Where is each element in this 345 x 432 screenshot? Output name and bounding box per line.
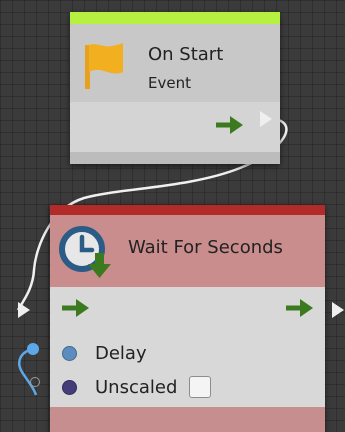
control-input-port[interactable] xyxy=(18,302,30,318)
node-ports-row xyxy=(70,102,280,152)
control-output-port[interactable] xyxy=(260,111,272,127)
unscaled-input-row: Unscaled xyxy=(62,375,212,399)
node-subtitle: Event xyxy=(148,74,191,92)
unscaled-value-input-port[interactable] xyxy=(30,377,40,387)
flag-icon xyxy=(85,43,123,89)
float-port-dot[interactable] xyxy=(62,345,77,361)
delay-value-wire xyxy=(18,347,38,396)
delay-value-input-port[interactable] xyxy=(27,343,39,355)
delay-label: Delay xyxy=(95,342,147,364)
node-header: Wait For Seconds xyxy=(50,215,325,287)
node-title: Wait For Seconds xyxy=(128,237,283,258)
flow-input-arrow-icon xyxy=(62,299,90,317)
unscaled-label: Unscaled xyxy=(95,376,178,398)
flow-output-arrow-icon xyxy=(286,299,314,317)
node-footer xyxy=(50,407,325,432)
on-start-node[interactable]: On Start Event xyxy=(70,12,280,164)
delay-input-row: Delay xyxy=(62,341,147,365)
unscaled-checkbox[interactable] xyxy=(189,376,212,398)
clock-download-icon xyxy=(59,226,111,278)
node-header: On Start Event xyxy=(70,24,280,102)
graph-canvas[interactable]: On Start Event Wait For Seconds Delay Un… xyxy=(0,0,345,432)
node-title: On Start xyxy=(148,44,224,65)
bool-port-dot[interactable] xyxy=(62,379,77,395)
control-output-port[interactable] xyxy=(332,302,344,318)
node-footer xyxy=(70,152,280,164)
node-accent-bar xyxy=(50,205,325,215)
flow-output-arrow-icon xyxy=(216,116,244,134)
wait-for-seconds-node[interactable]: Wait For Seconds Delay Unscaled xyxy=(50,205,325,432)
node-accent-bar xyxy=(70,12,280,24)
node-ports-area: Delay Unscaled xyxy=(50,287,325,407)
